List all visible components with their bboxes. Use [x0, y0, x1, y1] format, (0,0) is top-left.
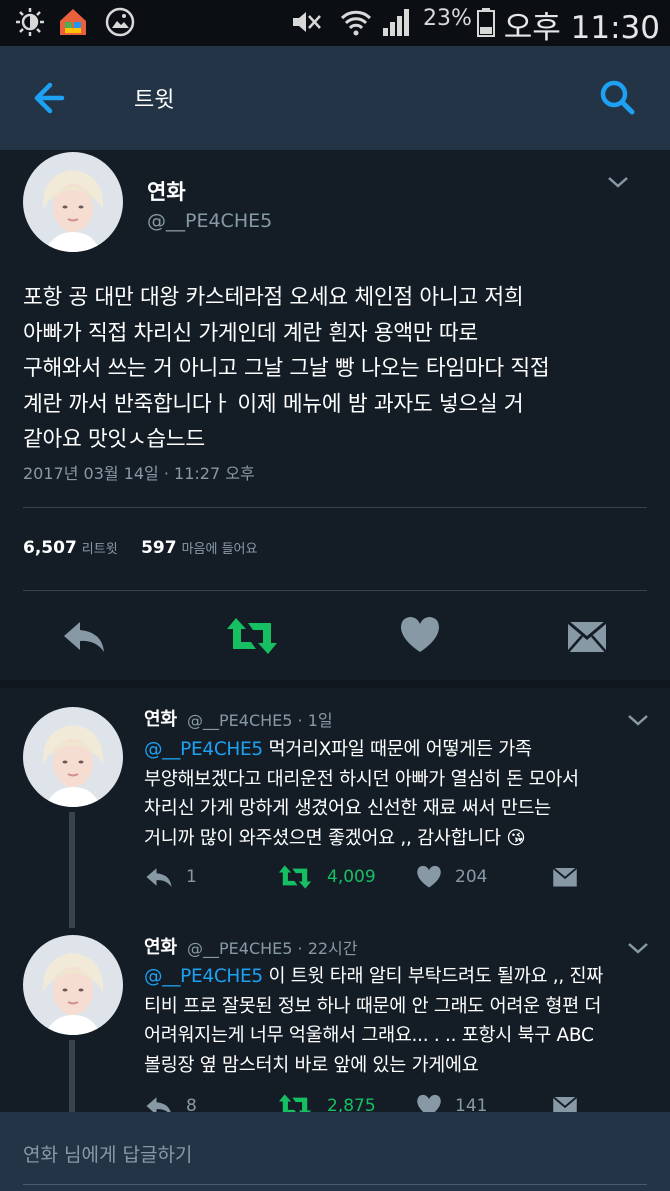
reply-icon[interactable]: [60, 616, 108, 656]
page-title: 트윗: [134, 88, 175, 113]
tweet-timestamp: 2017년 03월 14일 · 11:27 오후: [23, 464, 255, 483]
like-count[interactable]: 597: [141, 538, 177, 558]
like-label: 마음에 들어요: [181, 542, 258, 557]
reply-author-name[interactable]: 연화: [144, 705, 177, 731]
author-handle[interactable]: @__PE4CHE5: [147, 210, 272, 232]
heart-icon[interactable]: [398, 614, 442, 656]
message-icon[interactable]: [566, 614, 608, 656]
tweet-text: 포항 공 대만 대왕 카스테라점 오세요 체인점 아니고 저희 아빠가 직접 차…: [23, 285, 550, 452]
tweet-stats: 6,507 리트윗 597 마음에 들어요: [23, 538, 275, 558]
avatar[interactable]: [23, 935, 123, 1035]
battery-percent: 23%: [423, 6, 472, 31]
avatar[interactable]: [23, 152, 123, 252]
reply-text: @__PE4CHE5 먹거리X파일 때문에 어떻게든 가족 부양해보겠다고 대리…: [144, 735, 644, 853]
divider: [23, 507, 647, 508]
heart-icon[interactable]: [415, 864, 443, 890]
author-name[interactable]: 연화: [147, 176, 186, 206]
mention-link[interactable]: @__PE4CHE5: [144, 966, 263, 987]
reply-handle-time[interactable]: @__PE4CHE5 · 1일: [187, 707, 333, 731]
retweet-count: 4,009: [327, 867, 376, 887]
input-underline: [23, 1184, 647, 1185]
retweet-icon[interactable]: [224, 616, 280, 656]
gallery-icon: [105, 7, 135, 37]
back-arrow-icon[interactable]: [26, 74, 78, 122]
wifi-icon: [340, 10, 372, 36]
chevron-down-icon[interactable]: [626, 712, 650, 728]
reply-author-name[interactable]: 연화: [144, 933, 177, 959]
reply-icon[interactable]: [144, 864, 174, 890]
status-bar: 23% 오후 11:30: [0, 0, 670, 46]
mention-link[interactable]: @__PE4CHE5: [144, 739, 263, 760]
app-bar: 트윗: [0, 46, 670, 150]
retweet-count[interactable]: 6,507: [23, 538, 77, 558]
chevron-down-icon[interactable]: [606, 174, 630, 190]
message-icon[interactable]: [552, 863, 578, 889]
reply-input-placeholder[interactable]: 연화 님에게 답글하기: [23, 1140, 192, 1167]
mute-icon: [293, 12, 321, 32]
reply-text: @__PE4CHE5 이 트윗 타래 알티 부탁드려도 될까요 ,, 진짜 티비…: [144, 962, 644, 1080]
search-icon[interactable]: [594, 74, 642, 122]
avatar[interactable]: [23, 707, 123, 807]
battery-icon: [477, 8, 495, 37]
reply-composer[interactable]: 연화 님에게 답글하기: [0, 1112, 670, 1191]
brightness-icon: [16, 8, 44, 36]
divider: [23, 590, 647, 591]
thread-connector: [69, 812, 75, 928]
retweet-icon[interactable]: [277, 864, 313, 890]
clock: 오후 11:30: [503, 10, 660, 46]
section-separator: [0, 680, 670, 688]
like-count: 204: [455, 867, 488, 887]
home-app-icon: [60, 9, 86, 35]
reply-handle-time[interactable]: @__PE4CHE5 · 22시간: [187, 935, 358, 959]
chevron-down-icon[interactable]: [626, 940, 650, 956]
reply-count: 1: [186, 867, 197, 887]
signal-icon: [383, 9, 409, 36]
thread-connector: [69, 1040, 75, 1112]
retweet-label: 리트윗: [81, 542, 118, 557]
